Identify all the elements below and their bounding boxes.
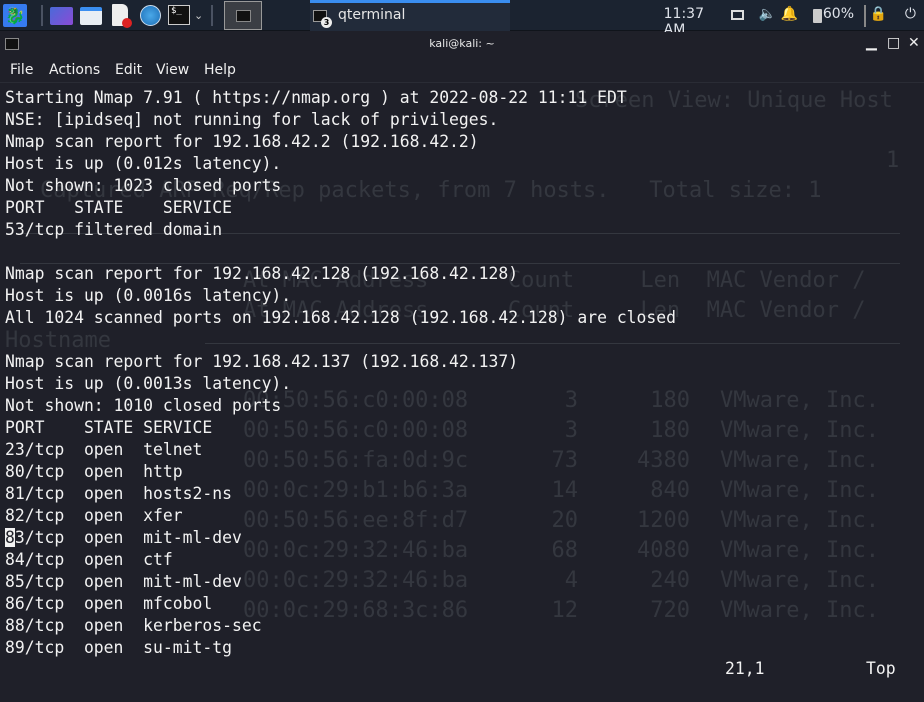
file-manager-icon[interactable] xyxy=(80,7,102,25)
volume-icon[interactable]: 🔈 xyxy=(759,6,776,22)
window-count-badge: 3 xyxy=(321,17,332,28)
menu-file[interactable]: File xyxy=(10,62,33,78)
terminal-icon xyxy=(236,10,251,22)
menu-view[interactable]: View xyxy=(156,62,189,78)
menu-bar: File Actions Edit View Help xyxy=(0,57,924,83)
ghost-text: VMware, Inc. xyxy=(720,508,879,533)
ghost-text: VMware, Inc. xyxy=(720,538,879,563)
battery-icon[interactable] xyxy=(813,9,822,23)
workspace-switcher[interactable] xyxy=(224,1,262,30)
terminal-area[interactable]: Screen View: Unique Host 1 Captured ARP … xyxy=(0,84,924,702)
terminal-line: 83/tcp open mit-ml-dev xyxy=(5,527,676,549)
terminal-line-text: 3/tcp open mit-ml-dev xyxy=(14,528,242,547)
lock-icon[interactable]: 🔒 xyxy=(870,6,887,22)
taskbar-separator xyxy=(211,5,213,26)
window-title: kali@kali: ~ xyxy=(429,37,495,50)
battery-percent: 60% xyxy=(822,6,854,22)
terminal-output: Starting Nmap 7.91 ( https://nmap.org ) … xyxy=(5,87,676,659)
menu-edit[interactable]: Edit xyxy=(115,62,142,78)
vim-cursor-position: 21,1 xyxy=(725,659,765,678)
terminal-line: Not shown: 1010 closed ports xyxy=(5,396,282,415)
ghost-text: 1 xyxy=(886,148,900,173)
menu-help[interactable]: Help xyxy=(204,62,236,78)
terminal-line: PORT STATE SERVICE xyxy=(5,198,232,217)
window-titlebar[interactable]: kali@kali: ~ ▁ □ ✕ xyxy=(0,32,924,56)
chevron-down-icon[interactable]: ⌄ xyxy=(194,4,203,27)
text-editor-icon[interactable] xyxy=(112,4,132,28)
vim-scroll-position: Top xyxy=(866,659,896,678)
terminal-line: 80/tcp open http xyxy=(5,462,183,481)
terminal-line: Host is up (0.0013s latency). xyxy=(5,374,292,393)
terminal-line: 88/tcp open kerberos-sec xyxy=(5,616,262,635)
text-cursor: 8 xyxy=(5,528,15,547)
terminal-line: Nmap scan report for 192.168.42.137 (192… xyxy=(5,352,519,371)
terminal-line: 23/tcp open telnet xyxy=(5,440,203,459)
terminal-line: 84/tcp open ctf xyxy=(5,550,173,569)
terminal-line: NSE: [ipidseq] not running for lack of p… xyxy=(5,110,499,129)
maximize-button[interactable]: □ xyxy=(887,35,900,51)
menu-actions[interactable]: Actions xyxy=(49,62,100,78)
terminal-line: 86/tcp open mfcobol xyxy=(5,594,213,613)
terminal-line: 53/tcp filtered domain xyxy=(5,220,223,239)
kali-menu-icon[interactable]: 🐉 xyxy=(3,4,27,27)
display-icon[interactable] xyxy=(731,10,744,20)
ghost-text: VMware, Inc. xyxy=(720,448,879,473)
terminal-line: Starting Nmap 7.91 ( https://nmap.org ) … xyxy=(5,88,627,107)
close-button[interactable]: ✕ xyxy=(908,35,920,51)
ghost-text: VMware, Inc. xyxy=(720,598,879,623)
taskbar: 🐉 $_ ⌄ 3 qterminal 11:37 AM 🔈 🔔 60% 🔒 ⏻ xyxy=(0,0,924,38)
browser-icon[interactable] xyxy=(140,5,161,26)
notification-bell-icon[interactable]: 🔔 xyxy=(781,6,798,22)
ghost-text: VMware, Inc. xyxy=(720,418,879,443)
logout-icon[interactable]: ⏻ xyxy=(905,6,916,22)
terminal-line: Nmap scan report for 192.168.42.128 (192… xyxy=(5,264,519,283)
terminal-line: Nmap scan report for 192.168.42.2 (192.1… xyxy=(5,132,479,151)
desktop-icon[interactable] xyxy=(50,7,73,25)
tray-separator xyxy=(864,5,866,27)
terminal-line: Host is up (0.0016s latency). xyxy=(5,286,292,305)
taskbar-separator xyxy=(41,5,43,26)
minimize-button[interactable]: ▁ xyxy=(866,35,877,51)
terminal-line: 82/tcp open xfer xyxy=(5,506,183,525)
terminal-line: 89/tcp open su-mit-tg xyxy=(5,638,232,657)
terminal-line: 81/tcp open hosts2-ns xyxy=(5,484,232,503)
terminal-icon[interactable]: $_ xyxy=(168,5,190,25)
task-label: qterminal xyxy=(338,7,406,23)
task-qterminal[interactable]: 3 qterminal xyxy=(310,0,510,31)
ghost-text: VMware, Inc. xyxy=(720,478,879,503)
terminal-line: All 1024 scanned ports on 192.168.42.128… xyxy=(5,308,677,327)
terminal-line: PORT STATE SERVICE xyxy=(5,418,213,437)
ghost-text: VMware, Inc. xyxy=(720,568,879,593)
terminal-line: Not shown: 1023 closed ports xyxy=(5,176,282,195)
terminal-line: Host is up (0.012s latency). xyxy=(5,154,282,173)
terminal-line: 85/tcp open mit-ml-dev xyxy=(5,572,242,591)
ghost-text: VMware, Inc. xyxy=(720,388,879,413)
